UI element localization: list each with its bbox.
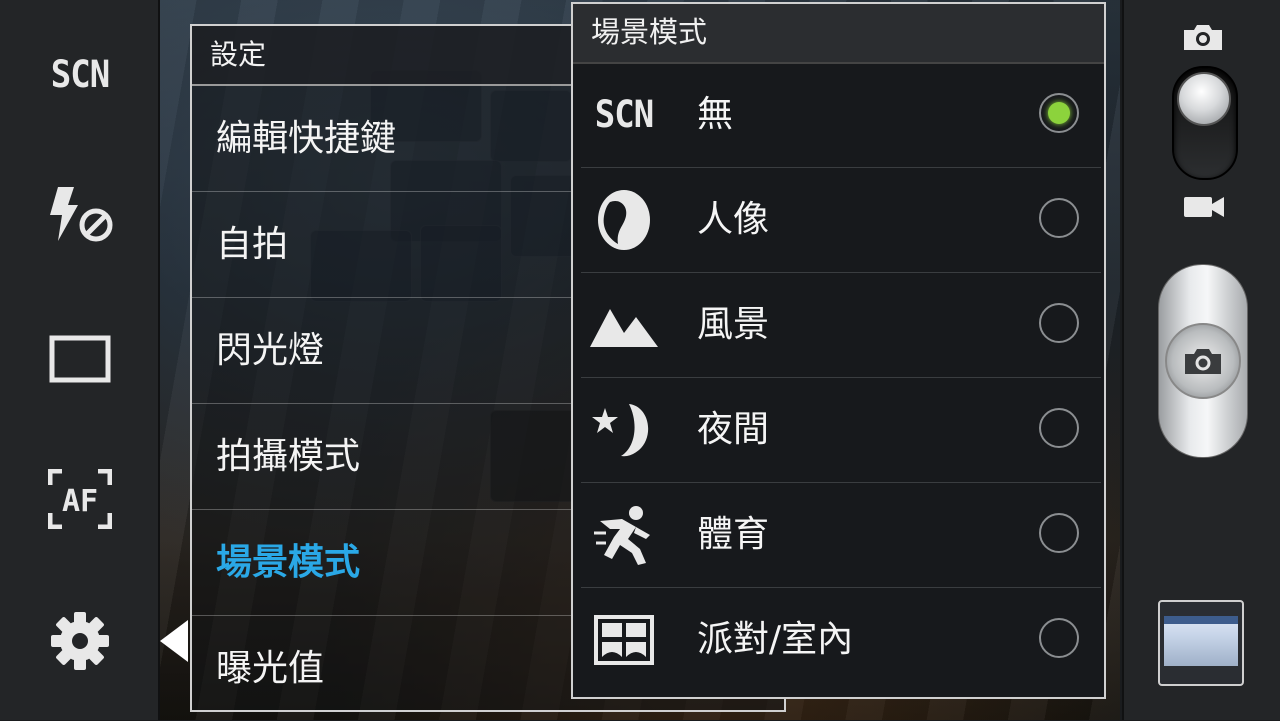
scene-option-label: 風景 bbox=[697, 304, 770, 345]
scene-option-party-indoor[interactable]: 派對/室內 bbox=[581, 588, 1101, 692]
scene-option-portrait[interactable]: 人像 bbox=[581, 168, 1101, 273]
landscape-icon bbox=[590, 309, 658, 347]
radio-button[interactable] bbox=[1039, 408, 1079, 448]
right-control-rail bbox=[1122, 0, 1280, 720]
scene-option-label: 無 bbox=[697, 94, 734, 135]
scene-option-label: 夜間 bbox=[697, 409, 770, 450]
scene-mode-popup: 場景模式 SCN 無 人像 風景 夜間 體育 派對/室內 bbox=[571, 2, 1106, 699]
sports-icon bbox=[594, 506, 650, 565]
scene-option-label: 體育 bbox=[697, 514, 770, 555]
mode-switch-knob[interactable] bbox=[1177, 72, 1231, 126]
radio-button[interactable] bbox=[1039, 93, 1079, 133]
af-focus-icon: AF bbox=[48, 469, 112, 529]
night-icon bbox=[592, 404, 649, 457]
selected-pointer-arrow bbox=[160, 620, 188, 662]
flash-off-icon bbox=[50, 187, 113, 242]
radio-button[interactable] bbox=[1039, 513, 1079, 553]
radio-button[interactable] bbox=[1039, 303, 1079, 343]
party-indoor-icon bbox=[594, 615, 654, 665]
camera-mode-icon bbox=[1184, 25, 1222, 50]
scene-option-label: 人像 bbox=[697, 199, 770, 240]
flash-off-button[interactable] bbox=[34, 180, 126, 250]
scene-option-label: 派對/室內 bbox=[697, 619, 854, 660]
scene-option-list: SCN 無 人像 風景 夜間 體育 派對/室內 bbox=[581, 63, 1101, 692]
scene-option-landscape[interactable]: 風景 bbox=[581, 273, 1101, 378]
camera-video-mode-switch[interactable] bbox=[1172, 66, 1238, 180]
scene-shortcut-button[interactable]: SCN bbox=[34, 40, 126, 110]
shutter-button[interactable] bbox=[1158, 264, 1248, 458]
portrait-icon bbox=[598, 190, 650, 250]
left-shortcut-rail: SCN AF bbox=[0, 0, 160, 720]
scene-option-none[interactable]: SCN 無 bbox=[581, 63, 1101, 168]
scn-icon: SCN bbox=[50, 53, 110, 97]
gear-icon bbox=[51, 612, 109, 670]
radio-button[interactable] bbox=[1039, 618, 1079, 658]
af-label: AF bbox=[62, 484, 98, 519]
last-photo-thumbnail[interactable] bbox=[1158, 600, 1244, 686]
scene-popup-title: 場景模式 bbox=[573, 4, 1104, 64]
scene-option-sports[interactable]: 體育 bbox=[581, 483, 1101, 588]
camera-icon bbox=[1185, 349, 1221, 374]
settings-button[interactable] bbox=[34, 606, 126, 676]
frame-ratio-icon bbox=[49, 335, 111, 383]
scn-icon: SCN bbox=[594, 93, 654, 137]
scene-option-night[interactable]: 夜間 bbox=[581, 378, 1101, 483]
aspect-ratio-button[interactable] bbox=[34, 324, 126, 394]
radio-button[interactable] bbox=[1039, 198, 1079, 238]
autofocus-button[interactable]: AF bbox=[34, 464, 126, 534]
video-mode-icon bbox=[1184, 197, 1224, 217]
